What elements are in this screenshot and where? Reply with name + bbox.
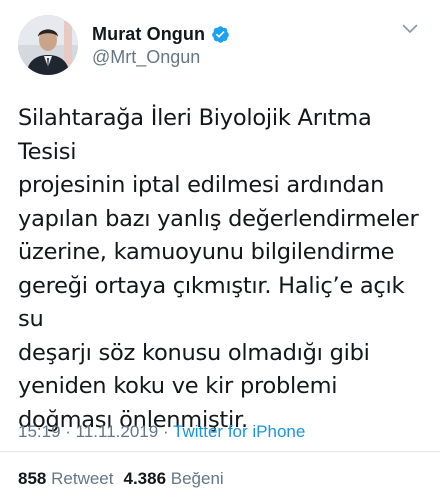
- tweet-header: Murat Ongun @Mrt_Ongun: [18, 15, 422, 77]
- name-row: Murat Ongun: [92, 23, 230, 45]
- tweet-text: Silahtarağa İleri Biyolojik Arıtma Tesis…: [18, 105, 419, 433]
- tweet-metadata: 15:19 · 11.11.2019 · Twitter for iPhone: [18, 422, 305, 442]
- tweet-date[interactable]: 11.11.2019: [76, 422, 159, 441]
- chevron-down-icon[interactable]: [402, 23, 418, 35]
- meta-separator: ·: [158, 422, 174, 441]
- retweet-count: 858: [18, 469, 47, 488]
- display-name[interactable]: Murat Ongun: [92, 24, 205, 45]
- user-handle[interactable]: @Mrt_Ongun: [92, 47, 230, 68]
- user-info: Murat Ongun @Mrt_Ongun: [92, 23, 230, 68]
- engagement-stats: 858 Retweet 4.386 Beğeni: [18, 469, 224, 489]
- avatar[interactable]: [18, 15, 78, 75]
- tweet-source-link[interactable]: Twitter for iPhone: [173, 422, 305, 441]
- like-count: 4.386: [123, 469, 167, 488]
- retweet-label: Retweet: [51, 469, 114, 488]
- like-label: Beğeni: [170, 469, 224, 488]
- verified-badge-icon: [212, 25, 229, 43]
- avatar-image: [18, 15, 78, 75]
- tweet-time[interactable]: 15:19: [18, 422, 61, 441]
- meta-separator: ·: [60, 422, 76, 441]
- retweet-stat[interactable]: 858 Retweet: [18, 469, 113, 488]
- divider: [0, 451, 440, 452]
- like-stat[interactable]: 4.386 Beğeni: [123, 469, 223, 488]
- tweet-card: Murat Ongun @Mrt_Ongun Silahtarağa İleri…: [0, 0, 440, 499]
